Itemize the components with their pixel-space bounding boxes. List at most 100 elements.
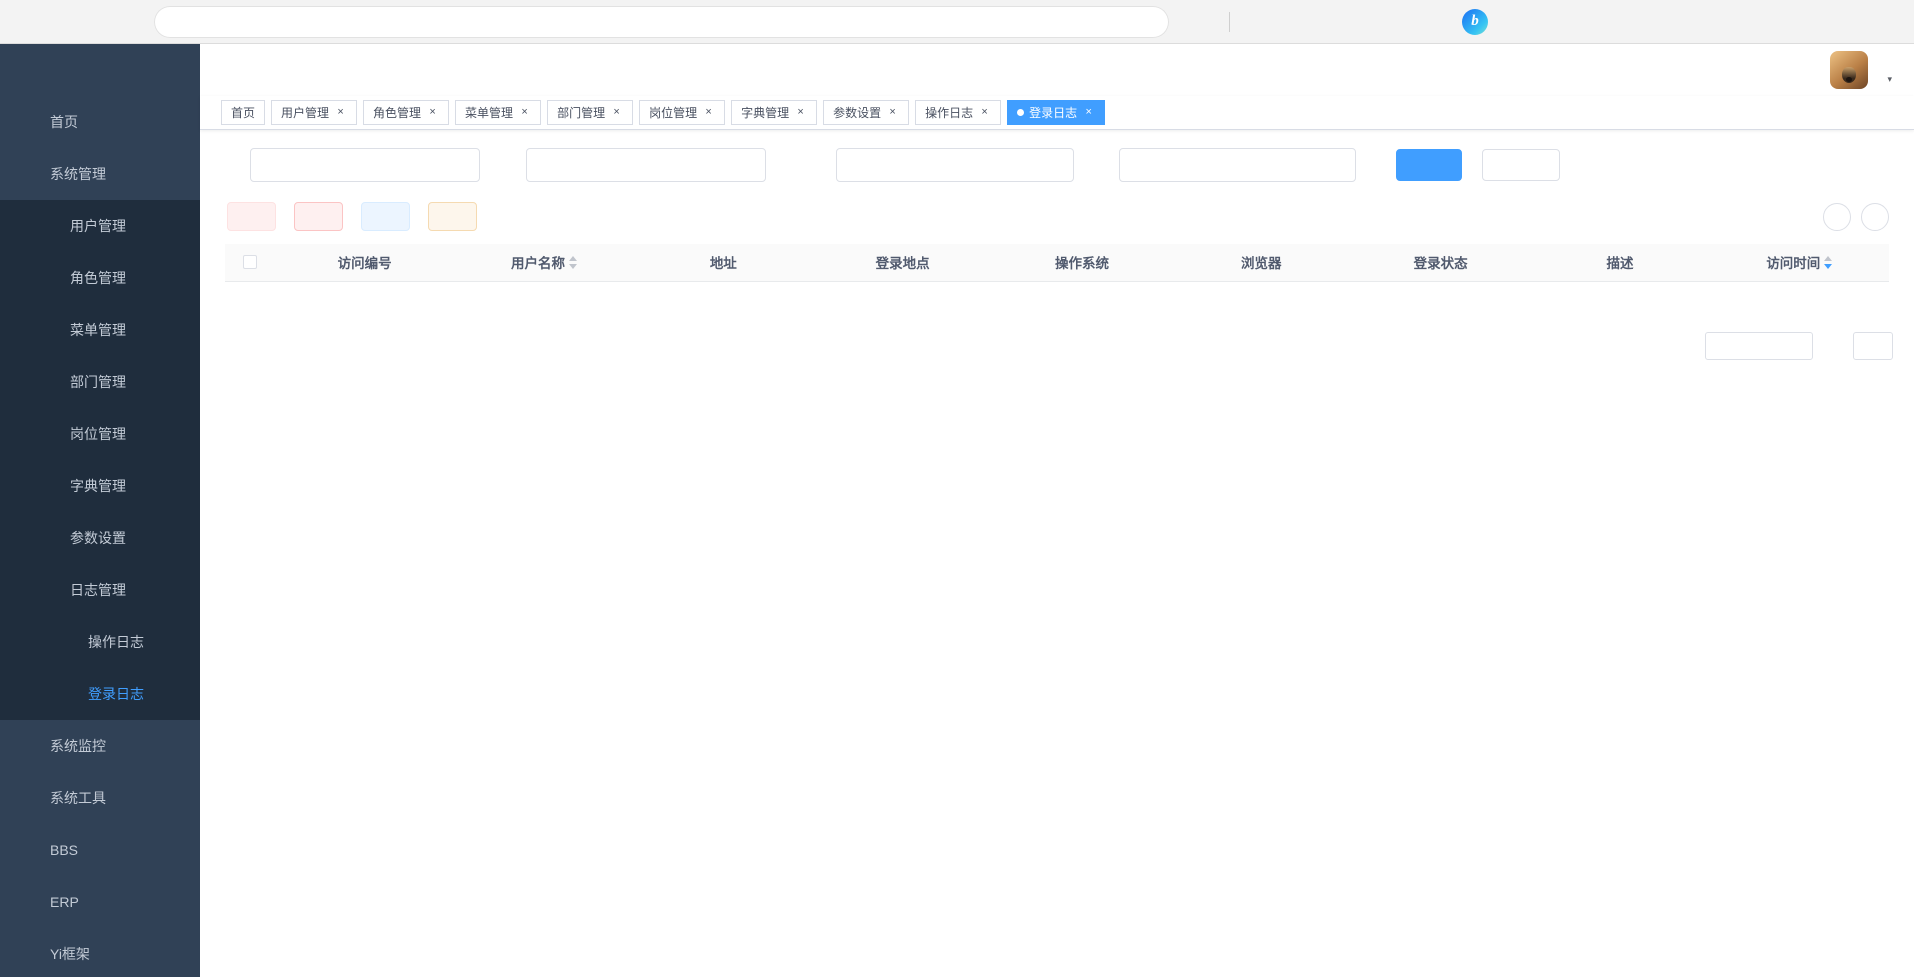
tab-label: 操作日志 xyxy=(925,104,973,121)
sidebar-item[interactable]: ERP xyxy=(0,876,200,928)
page-tab[interactable]: 操作日志 xyxy=(915,100,1001,125)
username-input[interactable] xyxy=(526,148,766,182)
export-button[interactable] xyxy=(428,202,477,231)
sidebar-item[interactable]: 字典管理 xyxy=(0,460,200,512)
read-aloud-icon[interactable] xyxy=(1067,7,1097,37)
goto-page-input[interactable] xyxy=(1853,332,1893,360)
browser-back-button[interactable] xyxy=(14,6,46,38)
tab-close-icon[interactable] xyxy=(794,106,807,119)
page-tab[interactable]: 参数设置 xyxy=(823,100,909,125)
page-tab[interactable]: 字典管理 xyxy=(731,100,817,125)
sidebar-item[interactable]: 日志管理 xyxy=(0,564,200,616)
page-tab[interactable]: 用户管理 xyxy=(271,100,357,125)
sidebar-item-label: 岗位管理 xyxy=(70,424,126,444)
tabs-bar: 首页 用户管理 角色管理 菜单管理 部门管理 xyxy=(200,96,1914,130)
page-tab[interactable]: 首页 xyxy=(221,100,265,125)
unlock-button[interactable] xyxy=(361,202,410,231)
sidebar-item[interactable]: BBS xyxy=(0,824,200,876)
page-tab[interactable]: 角色管理 xyxy=(363,100,449,125)
column-header[interactable]: 登录地点 xyxy=(813,244,992,281)
extensions-icon[interactable] xyxy=(1185,6,1217,38)
password-key-icon[interactable] xyxy=(1037,7,1067,37)
sort-caret-icon[interactable] xyxy=(569,252,577,273)
avatar-caret-icon[interactable]: ▾ xyxy=(1887,74,1892,89)
sidebar-item[interactable]: 角色管理 xyxy=(0,252,200,304)
sidebar-item[interactable]: Yi框架 xyxy=(0,928,200,977)
status-select[interactable] xyxy=(836,148,1074,182)
tab-close-icon[interactable] xyxy=(886,106,899,119)
browser-home-button[interactable] xyxy=(114,6,146,38)
tab-close-icon[interactable] xyxy=(334,106,347,119)
zoom-out-icon[interactable] xyxy=(1097,7,1127,37)
download-icon xyxy=(443,210,456,223)
sidebar-item-label: 操作日志 xyxy=(88,632,144,652)
toggle-search-button[interactable] xyxy=(1823,203,1851,231)
browser-refresh-button[interactable] xyxy=(64,6,96,38)
page-tab[interactable]: 登录日志 xyxy=(1007,100,1105,125)
split-screen-icon[interactable] xyxy=(1242,6,1274,38)
column-header[interactable]: 地址 xyxy=(634,244,813,281)
browser-profile-avatar[interactable] xyxy=(1374,6,1406,38)
date-range-picker[interactable] xyxy=(1119,148,1356,182)
github-icon[interactable] xyxy=(1678,61,1697,80)
select-all-checkbox[interactable] xyxy=(243,255,257,269)
chevron-down-icon xyxy=(1792,340,1804,352)
sidebar-item[interactable]: 菜单管理 xyxy=(0,304,200,356)
ip-input[interactable] xyxy=(250,148,480,182)
column-header[interactable]: 访问时间 xyxy=(1710,244,1889,281)
sidebar-item[interactable]: 系统工具 xyxy=(0,772,200,824)
sidebar-item[interactable]: 登录日志 xyxy=(0,668,200,720)
lock-icon xyxy=(376,210,389,223)
column-header[interactable]: 浏览器 xyxy=(1172,244,1351,281)
tab-close-icon[interactable] xyxy=(978,106,991,119)
refresh-table-button[interactable] xyxy=(1861,203,1889,231)
page-size-select[interactable] xyxy=(1705,332,1813,360)
sidebar-item-label: 菜单管理 xyxy=(70,320,126,340)
page-tab[interactable]: 菜单管理 xyxy=(455,100,541,125)
column-header[interactable]: 访问编号 xyxy=(275,244,454,281)
app-logo xyxy=(0,44,200,96)
sidebar-item[interactable]: 部门管理 xyxy=(0,356,200,408)
column-header[interactable]: 操作系统 xyxy=(992,244,1171,281)
column-header[interactable]: 登录状态 xyxy=(1351,244,1530,281)
sidebar-item-label: BBS xyxy=(50,842,78,858)
address-bar[interactable] xyxy=(154,6,1169,38)
page-tab[interactable]: 部门管理 xyxy=(547,100,633,125)
sidebar-item[interactable]: 操作日志 xyxy=(0,616,200,668)
delete-button[interactable] xyxy=(227,202,276,231)
table-toolbar xyxy=(225,202,1889,231)
tab-label: 登录日志 xyxy=(1029,104,1077,121)
add-favorite-icon[interactable] xyxy=(1127,7,1157,37)
reset-button[interactable] xyxy=(1482,149,1560,181)
tab-close-icon[interactable] xyxy=(610,106,623,119)
copilot-icon[interactable]: b xyxy=(1462,9,1488,35)
help-icon[interactable] xyxy=(1714,61,1733,80)
fullscreen-icon[interactable] xyxy=(1750,61,1769,80)
column-header[interactable]: 用户名称 xyxy=(454,244,633,281)
tab-close-icon[interactable] xyxy=(426,106,439,119)
sidebar-item[interactable]: 系统监控 xyxy=(0,720,200,772)
sidebar-item[interactable]: 用户管理 xyxy=(0,200,200,252)
sidebar-item[interactable]: 系统管理 xyxy=(0,148,200,200)
clear-button[interactable] xyxy=(294,202,343,231)
sidebar-item[interactable]: 首页 xyxy=(0,96,200,148)
collections-icon[interactable] xyxy=(1330,6,1362,38)
header-search-icon[interactable] xyxy=(1642,61,1661,80)
trash-icon xyxy=(242,210,255,223)
page-tab[interactable]: 岗位管理 xyxy=(639,100,725,125)
search-button[interactable] xyxy=(1396,149,1462,181)
sort-caret-icon[interactable] xyxy=(1824,252,1832,273)
tab-close-icon[interactable] xyxy=(702,106,715,119)
sidebar-item[interactable]: 岗位管理 xyxy=(0,408,200,460)
sidebar-item[interactable]: 参数设置 xyxy=(0,512,200,564)
sidebar-collapse-icon[interactable] xyxy=(225,60,246,81)
favorites-icon[interactable] xyxy=(1286,6,1318,38)
browser-chrome: b xyxy=(0,0,1914,44)
browser-menu-icon[interactable] xyxy=(1418,6,1450,38)
font-size-icon[interactable] xyxy=(1786,61,1805,80)
tab-close-icon[interactable] xyxy=(518,106,531,119)
column-header[interactable]: 描述 xyxy=(1530,244,1709,281)
tab-close-icon[interactable] xyxy=(1082,106,1095,119)
user-avatar[interactable] xyxy=(1830,51,1868,89)
tab-label: 字典管理 xyxy=(741,104,789,121)
